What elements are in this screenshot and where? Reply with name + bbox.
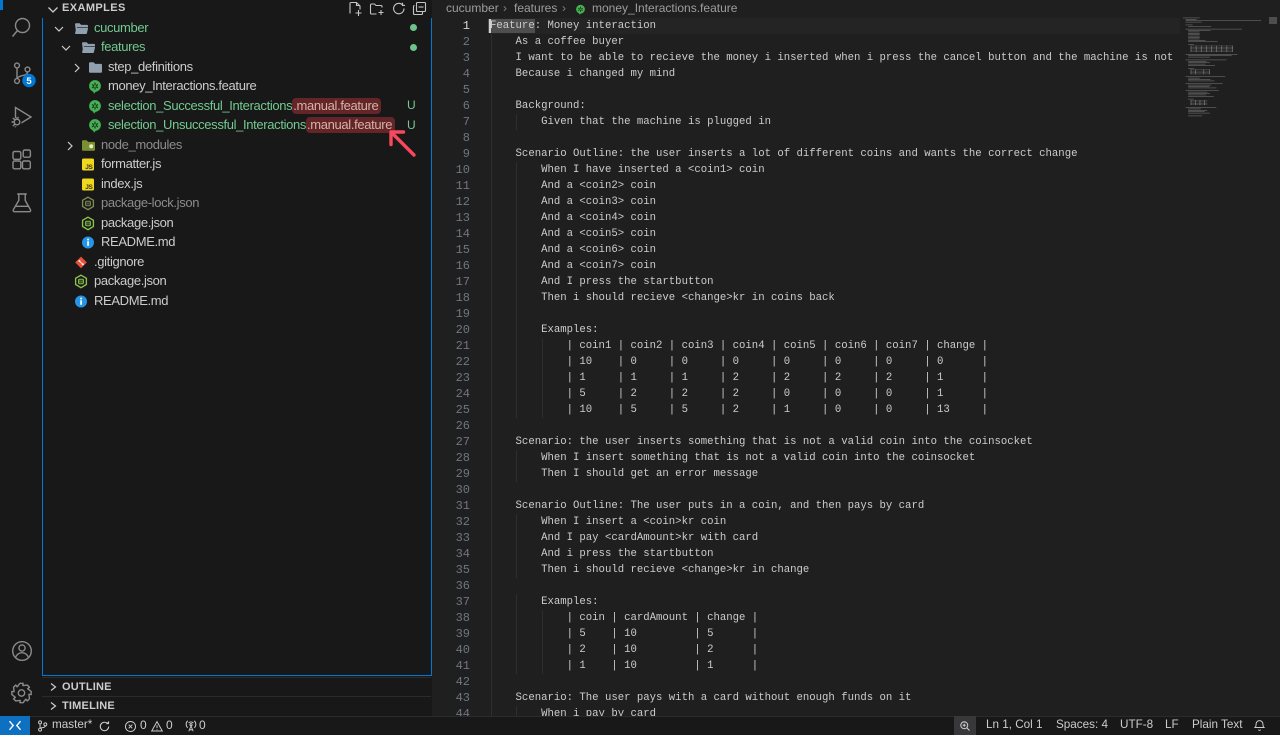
svg-text:5: 5 bbox=[26, 76, 32, 87]
